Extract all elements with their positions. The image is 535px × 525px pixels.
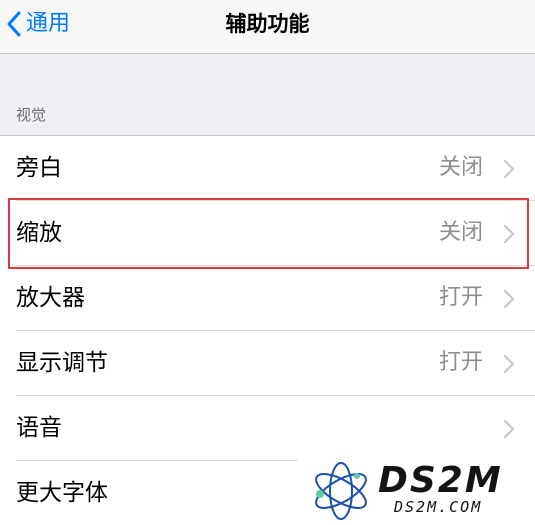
row-voiceover[interactable]: 旁白 关闭 [0,136,535,201]
row-label: 旁白 [16,155,62,181]
row-label: 显示调节 [16,350,108,376]
section-header-vision: 视觉 [16,106,47,124]
row-label: 缩放 [16,220,62,246]
chevron-right-icon [503,224,515,244]
navigation-bar: 通用 辅助功能 [0,0,535,54]
watermark-brand: DS2M [378,460,503,501]
chevron-right-icon [503,289,515,309]
row-label: 更大字体 [16,480,108,506]
row-label: 语音 [16,415,62,441]
row-value: 关闭 [438,220,483,245]
watermark-logo-icon [315,462,367,520]
chevron-right-icon [503,419,515,439]
watermark-url: DS2M.COM [394,498,483,516]
row-value: 关闭 [438,155,483,180]
row-speech[interactable]: 语音 [0,396,535,461]
chevron-right-icon [503,354,515,374]
row-value: 打开 [438,350,483,375]
row-value: 打开 [438,285,483,310]
watermark: DS2M DS2M.COM [298,458,535,525]
row-magnifier[interactable]: 放大器 打开 [0,266,535,331]
chevron-right-icon [503,159,515,179]
row-label: 放大器 [16,285,85,311]
row-zoom[interactable]: 缩放 关闭 [0,201,535,266]
row-display-accommodations[interactable]: 显示调节 打开 [0,331,535,396]
page-title: 辅助功能 [225,12,310,36]
